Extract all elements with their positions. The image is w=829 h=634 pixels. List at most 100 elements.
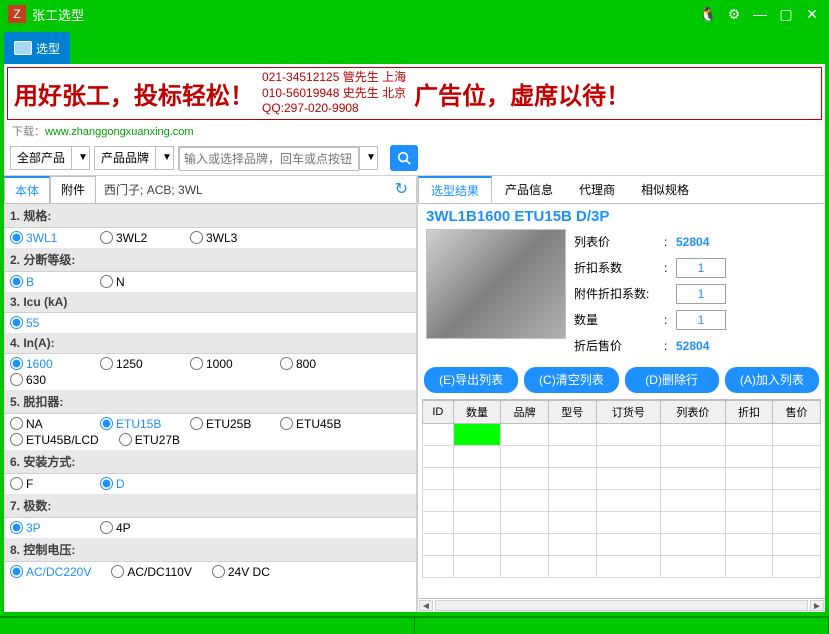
grid-cell[interactable] — [548, 423, 596, 445]
discount-input[interactable] — [676, 258, 726, 278]
radio-input[interactable] — [10, 565, 23, 578]
grid-cell[interactable] — [501, 423, 549, 445]
grid-header[interactable]: 数量 — [453, 400, 501, 423]
tab-accessory[interactable]: 附件 — [50, 176, 96, 203]
grid-cell[interactable] — [725, 533, 773, 555]
spec-option[interactable]: 3WL1 — [10, 231, 80, 245]
scroll-right-icon[interactable]: ► — [810, 600, 824, 611]
grid-cell[interactable] — [773, 423, 821, 445]
tab-agent[interactable]: 代理商 — [566, 176, 628, 203]
table-row[interactable] — [423, 423, 821, 445]
grid-header[interactable]: 折扣 — [725, 400, 773, 423]
h-scrollbar[interactable] — [435, 600, 808, 611]
grid-cell[interactable] — [773, 533, 821, 555]
grid-cell[interactable] — [423, 423, 454, 445]
radio-input[interactable] — [190, 231, 203, 244]
radio-input[interactable] — [212, 565, 225, 578]
spec-option[interactable]: B — [10, 275, 80, 289]
radio-input[interactable] — [190, 417, 203, 430]
grid-cell[interactable] — [773, 555, 821, 577]
grid-cell[interactable] — [548, 533, 596, 555]
grid-cell[interactable] — [725, 511, 773, 533]
spec-option[interactable]: N — [100, 275, 170, 289]
tab-similar[interactable]: 相似规格 — [628, 176, 702, 203]
grid-header[interactable]: 售价 — [773, 400, 821, 423]
grid-cell[interactable] — [453, 533, 501, 555]
spec-option[interactable]: 4P — [100, 521, 170, 535]
spec-option[interactable]: 24V DC — [212, 565, 282, 579]
grid-cell[interactable] — [423, 533, 454, 555]
grid-cell[interactable] — [501, 533, 549, 555]
grid-cell[interactable] — [661, 489, 726, 511]
grid-cell[interactable] — [548, 467, 596, 489]
spec-option[interactable]: ETU45B — [280, 417, 350, 431]
radio-input[interactable] — [10, 521, 23, 534]
spec-option[interactable]: NA — [10, 417, 80, 431]
spec-option[interactable]: AC/DC220V — [10, 565, 91, 579]
grid-cell[interactable] — [773, 445, 821, 467]
maximize-button[interactable]: ▢ — [777, 5, 795, 23]
result-grid[interactable]: ID数量品牌型号订货号列表价折扣售价 — [422, 399, 821, 596]
table-row[interactable] — [423, 467, 821, 489]
grid-cell[interactable] — [661, 511, 726, 533]
spec-option[interactable]: 3WL2 — [100, 231, 170, 245]
radio-input[interactable] — [100, 231, 113, 244]
chevron-down-icon[interactable]: ▼ — [359, 147, 377, 169]
grid-cell[interactable] — [596, 489, 661, 511]
table-row[interactable] — [423, 489, 821, 511]
table-row[interactable] — [423, 511, 821, 533]
grid-cell[interactable] — [423, 555, 454, 577]
grid-cell[interactable] — [423, 467, 454, 489]
grid-cell[interactable] — [453, 423, 501, 445]
clear-button[interactable]: (C)清空列表 — [524, 367, 618, 393]
grid-cell[interactable] — [453, 467, 501, 489]
radio-input[interactable] — [119, 433, 132, 446]
gear-icon[interactable]: ⚙ — [725, 5, 743, 23]
scroll-left-icon[interactable]: ◄ — [419, 600, 433, 611]
radio-input[interactable] — [280, 357, 293, 370]
spec-option[interactable]: ETU27B — [119, 433, 189, 447]
radio-input[interactable] — [10, 231, 23, 244]
spec-option[interactable]: 1600 — [10, 357, 80, 371]
qq-icon[interactable]: 🐧 — [699, 5, 717, 23]
radio-input[interactable] — [190, 357, 203, 370]
grid-cell[interactable] — [596, 511, 661, 533]
table-row[interactable] — [423, 555, 821, 577]
radio-input[interactable] — [10, 373, 23, 386]
grid-cell[interactable] — [548, 511, 596, 533]
export-button[interactable]: (E)导出列表 — [424, 367, 518, 393]
download-link[interactable]: www.zhanggongxuanxing.com — [45, 126, 194, 138]
grid-header[interactable]: 列表价 — [661, 400, 726, 423]
radio-input[interactable] — [100, 357, 113, 370]
grid-cell[interactable] — [773, 511, 821, 533]
radio-input[interactable] — [280, 417, 293, 430]
radio-input[interactable] — [10, 417, 23, 430]
spec-option[interactable]: 55 — [10, 316, 80, 330]
grid-cell[interactable] — [773, 489, 821, 511]
table-row[interactable] — [423, 445, 821, 467]
tab-result[interactable]: 选型结果 — [418, 176, 492, 203]
grid-cell[interactable] — [423, 489, 454, 511]
all-products-dropdown[interactable]: 全部产品▼ — [10, 146, 90, 170]
grid-cell[interactable] — [548, 555, 596, 577]
grid-cell[interactable] — [596, 555, 661, 577]
spec-option[interactable]: ETU15B — [100, 417, 170, 431]
spec-option[interactable]: 1000 — [190, 357, 260, 371]
radio-input[interactable] — [100, 417, 113, 430]
grid-cell[interactable] — [725, 489, 773, 511]
grid-cell[interactable] — [661, 423, 726, 445]
grid-cell[interactable] — [725, 445, 773, 467]
radio-input[interactable] — [100, 521, 113, 534]
grid-header[interactable]: 型号 — [548, 400, 596, 423]
qty-input[interactable] — [676, 310, 726, 330]
grid-cell[interactable] — [501, 555, 549, 577]
radio-input[interactable] — [10, 433, 23, 446]
delete-row-button[interactable]: (D)删除行 — [625, 367, 719, 393]
refresh-icon[interactable]: ↻ — [387, 179, 416, 199]
search-button[interactable] — [390, 145, 418, 171]
grid-cell[interactable] — [453, 511, 501, 533]
spec-option[interactable]: F — [10, 477, 80, 491]
acc-discount-input[interactable] — [676, 284, 726, 304]
grid-cell[interactable] — [453, 489, 501, 511]
grid-cell[interactable] — [423, 445, 454, 467]
